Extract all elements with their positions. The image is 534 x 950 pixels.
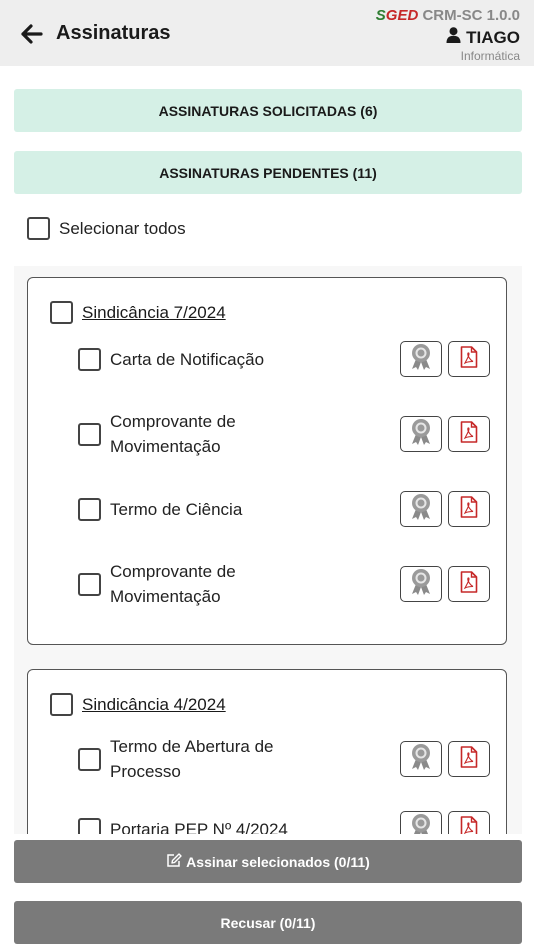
pending-list[interactable]: Sindicância 7/2024 Carta de Notificação … xyxy=(14,266,522,834)
case-header: Sindicância 7/2024 xyxy=(50,301,226,324)
case-checkbox[interactable] xyxy=(50,301,73,324)
document-actions xyxy=(400,741,490,777)
requested-signatures-button[interactable]: ASSINATURAS SOLICITADAS (6) xyxy=(14,89,522,132)
document-actions xyxy=(400,566,490,602)
case-title-link[interactable]: Sindicância 4/2024 xyxy=(82,695,226,715)
user-name: TIAGO xyxy=(446,27,520,48)
sign-selected-button[interactable]: Assinar selecionados (0/11) xyxy=(14,840,522,883)
page-title: Assinaturas xyxy=(56,22,171,44)
sign-certificate-button[interactable] xyxy=(400,491,442,527)
app-brand: SGED CRM-SC 1.0.0 xyxy=(375,7,520,24)
pdf-icon xyxy=(460,745,478,773)
view-pdf-button[interactable] xyxy=(448,566,490,602)
document-title: Comprovante de Movimentação xyxy=(110,562,236,606)
document-actions xyxy=(400,341,490,377)
document-actions xyxy=(400,811,490,834)
refuse-button[interactable]: Recusar (0/11) xyxy=(14,901,522,944)
sign-certificate-button[interactable] xyxy=(400,566,442,602)
select-all-row[interactable]: Selecionar todos xyxy=(27,217,186,240)
case-card: Sindicância 4/2024 Termo de Abertura de P… xyxy=(27,669,507,834)
document-checkbox[interactable] xyxy=(78,747,101,771)
document-title: Termo de Ciência xyxy=(110,499,243,519)
document-checkbox[interactable] xyxy=(78,422,101,446)
view-pdf-button[interactable] xyxy=(448,811,490,834)
case-card: Sindicância 7/2024 Carta de Notificação … xyxy=(27,277,507,645)
document-checkbox[interactable] xyxy=(78,817,101,834)
edit-icon xyxy=(166,852,182,871)
pdf-icon xyxy=(460,495,478,523)
document-checkbox[interactable] xyxy=(78,497,101,521)
pdf-icon xyxy=(460,420,478,448)
pdf-icon xyxy=(460,570,478,598)
pending-signatures-button[interactable]: ASSINATURAS PENDENTES (11) xyxy=(14,151,522,194)
sign-certificate-button[interactable] xyxy=(400,341,442,377)
document-title: Termo de Abertura de Processo xyxy=(110,737,274,781)
certificate-icon xyxy=(410,568,432,601)
view-pdf-button[interactable] xyxy=(448,416,490,452)
document-actions xyxy=(400,491,490,527)
sign-certificate-button[interactable] xyxy=(400,416,442,452)
document-checkbox[interactable] xyxy=(78,347,101,371)
select-all-checkbox[interactable] xyxy=(27,217,50,240)
sign-certificate-button[interactable] xyxy=(400,741,442,777)
user-icon xyxy=(446,27,461,48)
certificate-icon xyxy=(410,343,432,376)
certificate-icon xyxy=(410,743,432,776)
certificate-icon xyxy=(410,813,432,834)
pdf-icon xyxy=(460,345,478,373)
view-pdf-button[interactable] xyxy=(448,491,490,527)
case-header: Sindicância 4/2024 xyxy=(50,693,226,716)
certificate-icon xyxy=(410,418,432,451)
case-title-link[interactable]: Sindicância 7/2024 xyxy=(82,303,226,323)
document-title: Portaria PEP Nº 4/2024 xyxy=(110,819,288,835)
document-title: Carta de Notificação xyxy=(110,349,265,369)
view-pdf-button[interactable] xyxy=(448,741,490,777)
sign-certificate-button[interactable] xyxy=(400,811,442,834)
document-title: Comprovante de Movimentação xyxy=(110,412,236,456)
case-checkbox[interactable] xyxy=(50,693,73,716)
view-pdf-button[interactable] xyxy=(448,341,490,377)
back-arrow-icon[interactable] xyxy=(20,22,44,46)
pdf-icon xyxy=(460,815,478,834)
document-checkbox[interactable] xyxy=(78,572,101,596)
certificate-icon xyxy=(410,493,432,526)
select-all-label: Selecionar todos xyxy=(59,218,186,238)
app-header: Assinaturas SGED CRM-SC 1.0.0 TIAGO Info… xyxy=(0,0,534,66)
user-department: Informática xyxy=(460,49,520,63)
document-actions xyxy=(400,416,490,452)
